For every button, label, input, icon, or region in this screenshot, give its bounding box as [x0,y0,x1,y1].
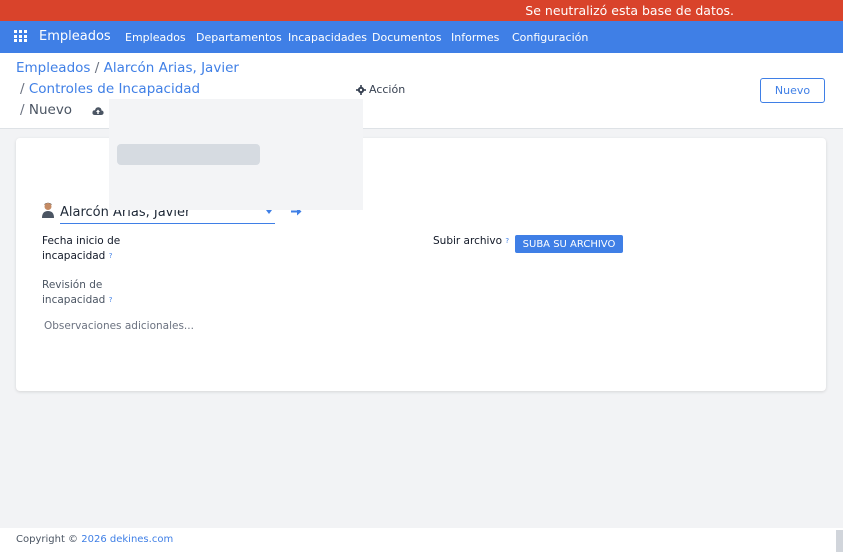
menu-departments[interactable]: Departamentos [196,31,282,44]
footer: Copyright © 2026 dekines.com [0,528,843,552]
upload-label: Subir archivo ? [433,234,509,249]
copyright-year-link[interactable]: 2026 [81,534,106,545]
breadcrumb-line-3: / Nuevo [20,102,72,118]
breadcrumb-employees[interactable]: Empleados [16,60,90,76]
breadcrumb-employee[interactable]: Alarcón Arias, Javier [104,60,239,76]
help-tooltip-icon[interactable]: ? [109,296,113,304]
breadcrumb-separator: / [94,60,100,76]
review-label: Revisión de incapacidad ? [42,278,112,308]
breadcrumb-incapacity-controls[interactable]: Controles de Incapacidad [29,81,200,97]
neutralized-db-banner: Se neutralizó esta base de datos. [0,0,843,21]
employee-avatar-icon [42,202,54,218]
app-brand[interactable]: Empleados [39,29,111,44]
breadcrumb-separator: / [20,81,25,97]
review-label-line1: Revisión de [42,279,103,291]
menu-employees[interactable]: Empleados [125,31,186,44]
start-date-label-line1: Fecha inicio de [42,235,121,247]
gear-icon [356,84,366,95]
company-link[interactable]: dekines.com [110,534,173,545]
scrollbar[interactable] [836,530,843,552]
menu-reports[interactable]: Informes [451,31,499,44]
menu-documents[interactable]: Documentos [372,31,441,44]
cloud-upload-icon[interactable] [92,106,104,116]
menu-incapacities[interactable]: Incapacidades [288,31,367,44]
loading-popover [109,99,363,210]
copyright-text: Copyright © [16,534,79,545]
review-label-line2: incapacidad [42,294,106,306]
new-button[interactable]: Nuevo [760,78,825,103]
banner-text: Se neutralizó esta base de datos. [525,3,734,18]
start-date-label-line2: incapacidad [42,250,106,262]
breadcrumb-line-2: / Controles de Incapacidad [20,81,200,97]
upload-label-text: Subir archivo [433,235,503,247]
breadcrumb: Empleados / Alarcón Arias, Javier [16,60,239,76]
notes-field[interactable]: Observaciones adicionales... [44,320,194,332]
action-menu-button[interactable]: Acción [356,83,405,96]
start-date-label: Fecha inicio de incapacidad ? [42,234,120,264]
help-tooltip-icon[interactable]: ? [109,252,113,260]
action-label: Acción [369,83,406,96]
loading-placeholder [117,144,260,165]
breadcrumb-separator: / [20,102,25,118]
breadcrumb-current: Nuevo [28,102,73,118]
menu-configuration[interactable]: Configuración [512,31,588,44]
apps-grid-icon[interactable] [14,30,28,43]
chevron-down-icon[interactable] [266,210,272,214]
upload-file-button[interactable]: SUBA SU ARCHIVO [515,235,623,253]
top-navbar: Empleados Empleados Departamentos Incapa… [0,21,843,53]
help-tooltip-icon[interactable]: ? [505,237,509,245]
